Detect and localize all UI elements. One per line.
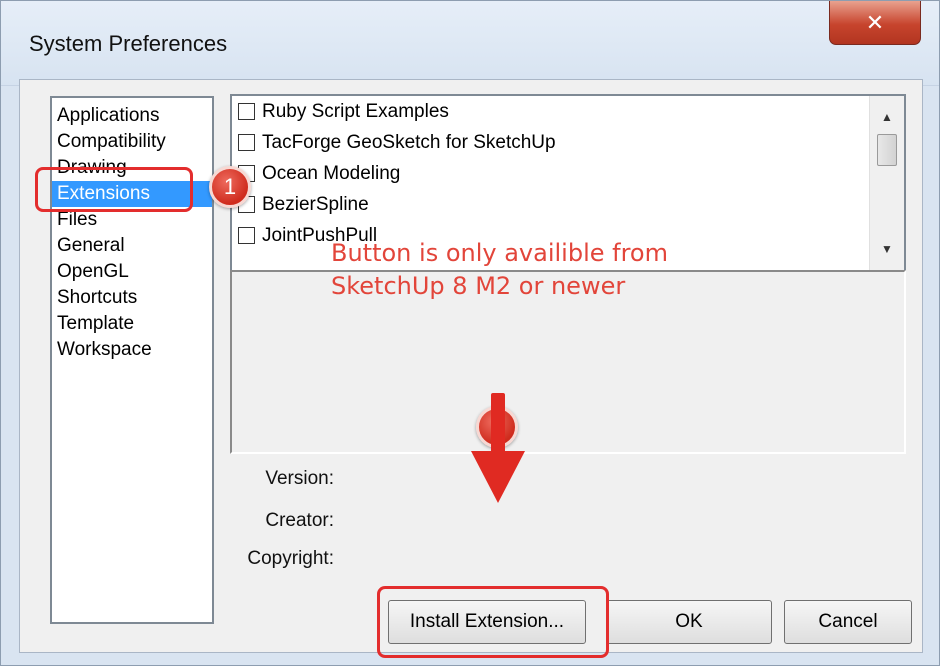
install-button-highlight	[377, 586, 609, 658]
extension-item[interactable]: BezierSpline	[232, 189, 904, 220]
category-item-applications[interactable]: Applications	[52, 103, 212, 129]
annotation-note: Button is only availible from SketchUp 8…	[331, 237, 668, 303]
extension-item[interactable]: Ruby Script Examples	[232, 96, 904, 127]
window-title: System Preferences	[29, 31, 228, 56]
extension-checkbox[interactable]	[238, 227, 255, 244]
category-item-compatibility[interactable]: Compatibility	[52, 129, 212, 155]
extension-label: Ocean Modeling	[262, 163, 401, 184]
annotation-line-1: Button is only availible from	[331, 239, 668, 267]
extension-checkbox[interactable]	[238, 134, 255, 151]
title-bar[interactable]: System Preferences ✕	[1, 1, 939, 86]
scroll-down-arrow-icon[interactable]: ▼	[870, 236, 904, 262]
category-item-template[interactable]: Template	[52, 311, 212, 337]
close-button[interactable]: ✕	[829, 1, 921, 45]
down-arrow-icon	[491, 393, 505, 455]
annotation-line-2: SketchUp 8 M2 or newer	[331, 272, 626, 300]
ok-button[interactable]: OK	[606, 600, 772, 644]
category-item-general[interactable]: General	[52, 233, 212, 259]
extension-label: TacForge GeoSketch for SketchUp	[262, 132, 556, 153]
cancel-button[interactable]: Cancel	[784, 600, 912, 644]
category-item-opengl[interactable]: OpenGL	[52, 259, 212, 285]
down-arrow-head-icon	[471, 451, 525, 503]
copyright-label: Copyright:	[247, 548, 334, 569]
extension-item[interactable]: TacForge GeoSketch for SketchUp	[232, 127, 904, 158]
version-label: Version:	[265, 468, 334, 489]
creator-label: Creator:	[265, 510, 334, 531]
extensions-highlight	[35, 167, 193, 212]
extension-list-scrollbar[interactable]: ▲ ▼	[869, 96, 904, 270]
category-item-shortcuts[interactable]: Shortcuts	[52, 285, 212, 311]
extension-checkbox[interactable]	[238, 103, 255, 120]
dialog-body: Applications Compatibility Drawing Exten…	[19, 79, 923, 653]
extension-item[interactable]: Ocean Modeling	[232, 158, 904, 189]
category-item-workspace[interactable]: Workspace	[52, 337, 212, 363]
scroll-thumb[interactable]	[877, 134, 897, 166]
scroll-up-arrow-icon[interactable]: ▲	[870, 104, 904, 130]
step-1-badge: 1	[209, 166, 251, 208]
close-icon: ✕	[865, 9, 885, 35]
extension-label: BezierSpline	[262, 194, 369, 215]
extension-label: Ruby Script Examples	[262, 101, 449, 122]
system-preferences-dialog: System Preferences ✕ Applications Compat…	[0, 0, 940, 666]
